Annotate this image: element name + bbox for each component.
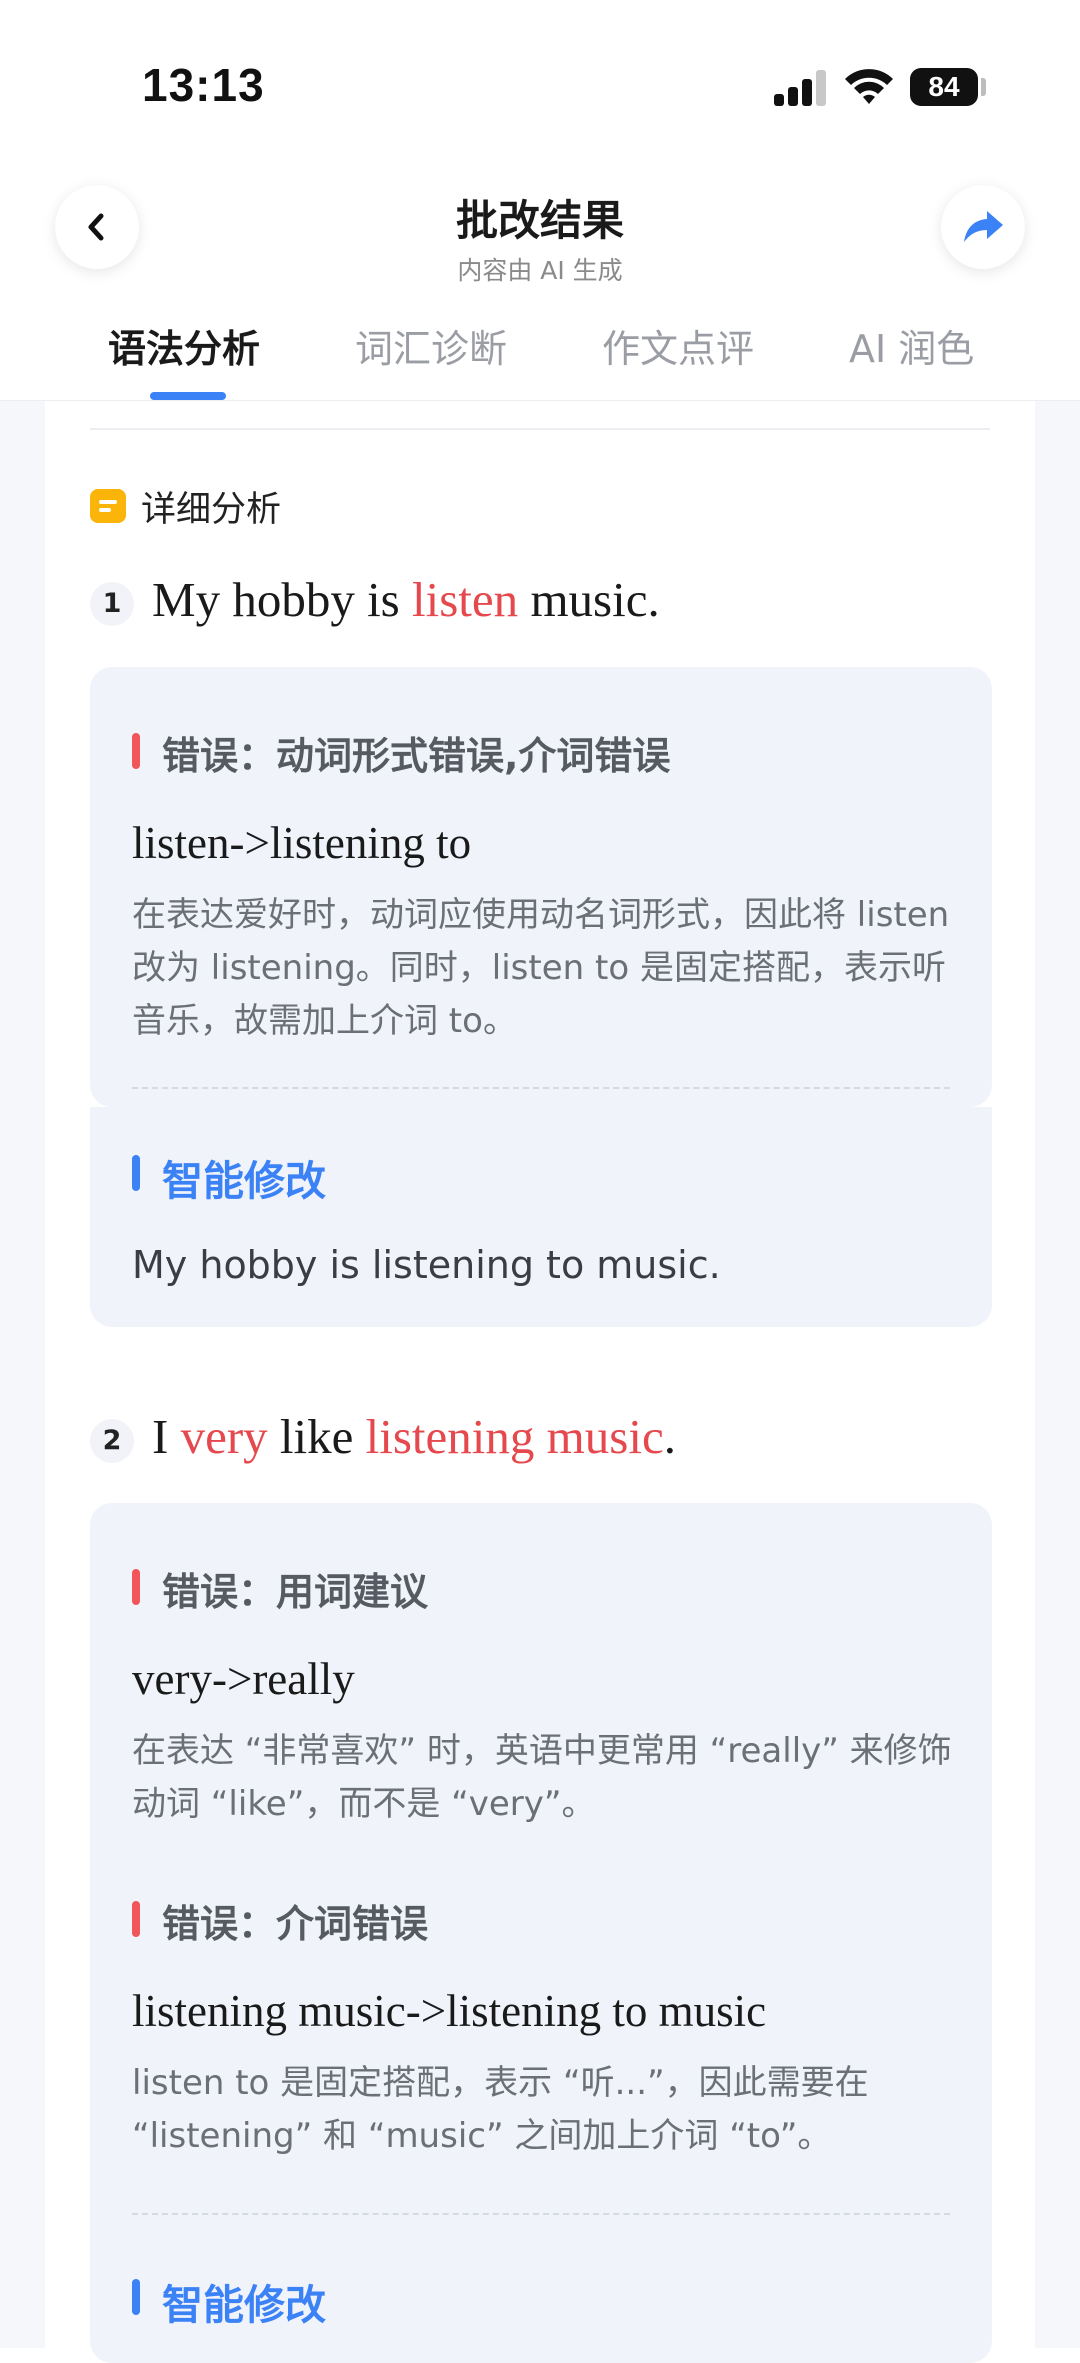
fix-bar bbox=[132, 2279, 140, 2315]
error-explanation: 在表达 “非常喜欢” 时，英语中更常用 “really” 来修饰动词 “like… bbox=[132, 1731, 952, 1824]
error-explanation: 在表达爱好时，动词应使用动名词形式，因此将 listen 改为 listenin… bbox=[132, 895, 950, 1041]
status-bar: 13:13 84 bbox=[0, 0, 1080, 175]
error-explanation: listen to 是固定搭配，表示 “听...”，因此需要在 “listeni… bbox=[132, 2063, 869, 2156]
section-title: 详细分析 bbox=[141, 490, 282, 530]
sentence-text: My hobby is bbox=[152, 572, 413, 627]
error-highlight: listening music bbox=[365, 1409, 664, 1464]
item-number-badge: 1 bbox=[90, 582, 134, 626]
tab-bar: 语法分析 词汇诊断 作文点评 AI 润色 bbox=[0, 300, 1080, 401]
error-type: 错误：用词建议 bbox=[162, 1570, 429, 1614]
original-sentence: I very like listening music. bbox=[152, 1408, 676, 1465]
analysis-box-1-fix: 智能修改 My hobby is listening to music. bbox=[90, 1107, 992, 1327]
cellular-signal-icon bbox=[774, 70, 826, 106]
nav-header: 批改结果 内容由 AI 生成 bbox=[0, 175, 1080, 300]
analysis-box-1: 错误：动词形式错误,介词错误 listen->listening to 在表达爱… bbox=[90, 667, 992, 1107]
wifi-icon bbox=[845, 69, 893, 104]
active-tab-indicator bbox=[150, 392, 226, 400]
battery-tip bbox=[981, 78, 986, 96]
error-highlight: very bbox=[180, 1409, 268, 1464]
fix-bar bbox=[132, 1155, 140, 1191]
error-type: 错误：介词错误 bbox=[162, 1902, 429, 1946]
sentence-text: music. bbox=[518, 572, 660, 627]
smart-fix-title: 智能修改 bbox=[162, 2281, 326, 2329]
page-title: 批改结果 bbox=[455, 196, 624, 245]
error-bar bbox=[132, 1901, 140, 1937]
original-sentence: My hobby is listen music. bbox=[152, 571, 660, 628]
error-bar bbox=[132, 733, 140, 769]
page-subtitle: 内容由 AI 生成 bbox=[457, 256, 623, 285]
share-button[interactable] bbox=[941, 185, 1025, 269]
correction-text: listen->listening to bbox=[132, 818, 472, 868]
tab-vocabulary-diagnosis[interactable]: 词汇诊断 bbox=[355, 318, 507, 373]
item-number-badge: 2 bbox=[90, 1419, 134, 1463]
divider bbox=[90, 428, 990, 430]
sentence-text: I bbox=[152, 1409, 181, 1464]
tab-ai-polish[interactable]: AI 润色 bbox=[849, 318, 974, 373]
content-card: 详细分析 1 My hobby is listen music. 错误：动词形式… bbox=[45, 401, 1035, 2363]
dashed-divider bbox=[132, 1087, 950, 1089]
error-highlight: listen bbox=[412, 572, 519, 627]
tab-grammar-analysis[interactable]: 语法分析 bbox=[108, 318, 260, 373]
analysis-box-2: 错误：用词建议 very->really 在表达 “非常喜欢” 时，英语中更常用… bbox=[90, 1503, 992, 2363]
sentence-text: . bbox=[663, 1409, 676, 1464]
status-time: 13:13 bbox=[142, 59, 265, 111]
note-icon bbox=[90, 489, 126, 523]
tab-essay-review[interactable]: 作文点评 bbox=[602, 318, 754, 373]
correction-text: very->really bbox=[132, 1654, 355, 1704]
error-bar bbox=[132, 1569, 140, 1605]
sentence-text: like bbox=[267, 1409, 366, 1464]
smart-fix-title: 智能修改 bbox=[162, 1157, 326, 1205]
error-type: 错误：动词形式错误,介词错误 bbox=[162, 734, 671, 778]
share-arrow-icon bbox=[964, 211, 1003, 242]
battery-indicator: 84 bbox=[910, 68, 978, 106]
dashed-divider bbox=[132, 2213, 950, 2215]
fixed-sentence: My hobby is listening to music. bbox=[132, 1243, 721, 1287]
correction-text: listening music->listening to music bbox=[132, 1986, 767, 2036]
